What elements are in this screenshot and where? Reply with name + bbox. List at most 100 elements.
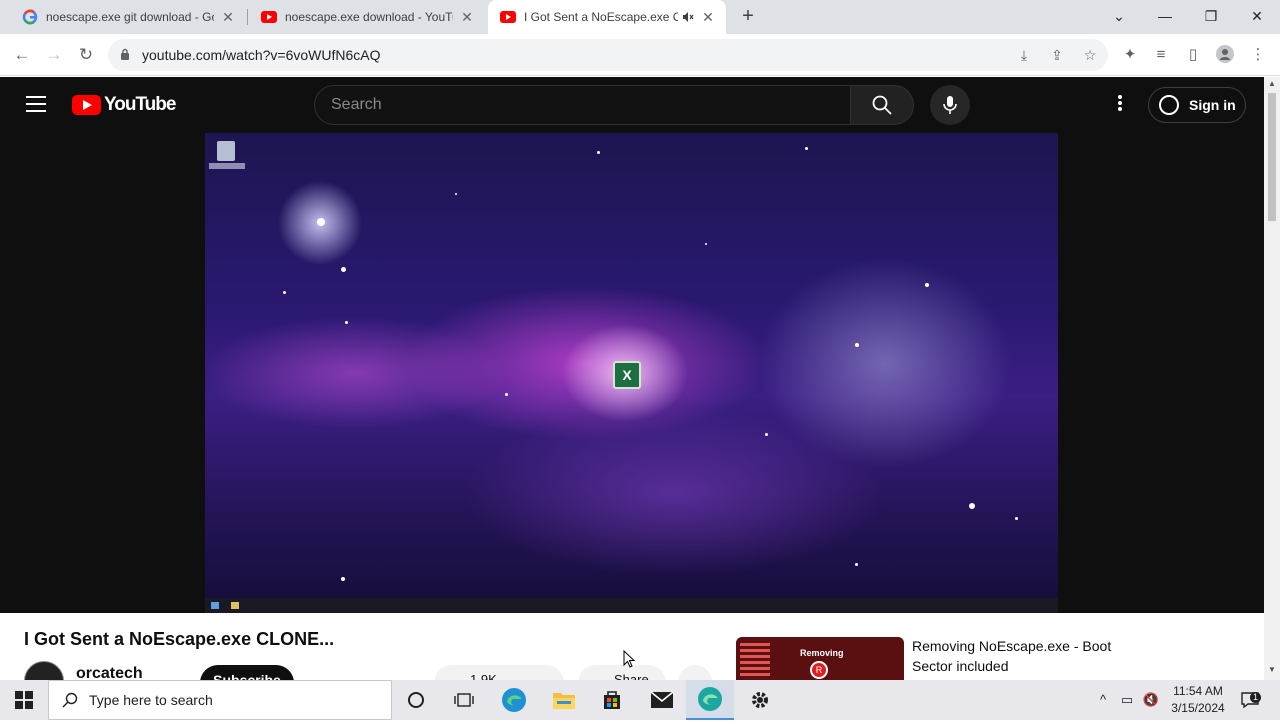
scroll-thumb[interactable] <box>1268 93 1276 221</box>
bookmark-star-icon[interactable]: ☆ <box>1080 45 1100 65</box>
youtube-page: YouTube Search Sign in X I Got Sent a No… <box>0 77 1264 680</box>
url-text[interactable]: youtube.com/watch?v=6voWUfN6cAQ <box>142 47 381 63</box>
channel-avatar[interactable] <box>24 661 64 680</box>
desktop-icon-label <box>209 163 245 169</box>
task-view-icon <box>454 693 474 707</box>
edge-dev-icon <box>698 687 722 711</box>
volume-muted-icon[interactable]: 🔇 <box>1140 680 1162 720</box>
edge-icon <box>502 688 526 712</box>
settings-menu-icon[interactable] <box>1110 95 1130 115</box>
star <box>597 151 600 154</box>
mail-envelope-icon <box>650 691 674 708</box>
scroll-down-arrow-icon[interactable]: ▼ <box>1268 665 1276 674</box>
start-button[interactable] <box>0 680 48 720</box>
profile-icon[interactable] <box>1215 45 1235 65</box>
tab-title: noescape.exe download - YouTu <box>285 10 453 24</box>
back-arrow-icon[interactable]: ← <box>10 43 34 67</box>
microphone-icon <box>943 96 957 114</box>
tab-youtube-video[interactable]: I Got Sent a NoEscape.exe C ✕ <box>488 0 726 34</box>
side-panel-icon[interactable]: ▯ <box>1183 45 1203 65</box>
star <box>705 243 707 245</box>
restore-button[interactable]: ❐ <box>1188 0 1234 34</box>
more-actions-button[interactable] <box>678 665 712 680</box>
address-bar[interactable]: youtube.com/watch?v=6voWUfN6cAQ ⤓ ⇪ ☆ <box>108 39 1108 71</box>
notification-center-icon[interactable]: 1 <box>1236 680 1264 720</box>
star <box>925 283 929 287</box>
windows-search-input[interactable]: Type here to search <box>48 680 392 720</box>
voice-search-button[interactable] <box>930 85 970 125</box>
star <box>283 291 286 294</box>
windows-search-placeholder: Type here to search <box>89 692 213 708</box>
star <box>505 393 508 396</box>
system-clock[interactable]: 11:54 AM 3/15/2024 <box>1160 683 1236 717</box>
media-control-icon[interactable]: ≡ <box>1151 45 1171 65</box>
edge-dev-taskbar-button[interactable] <box>686 680 734 720</box>
sign-in-button[interactable]: Sign in <box>1148 87 1246 123</box>
star <box>341 267 346 272</box>
video-desktop-taskbar <box>205 598 1058 613</box>
youtube-logo[interactable]: YouTube <box>72 94 176 115</box>
settings-taskbar-button[interactable] <box>736 680 784 720</box>
windows-taskbar: Type here to search ^ ▭ 🔇 11:54 AM 3/15/… <box>0 680 1280 720</box>
search-button[interactable] <box>850 85 914 125</box>
close-icon[interactable]: ✕ <box>700 9 716 25</box>
store-taskbar-button[interactable] <box>588 680 636 720</box>
edge-taskbar-button[interactable] <box>490 680 538 720</box>
like-button[interactable]: 1.9K <box>434 665 564 680</box>
close-icon[interactable]: ✕ <box>220 9 236 25</box>
recommended-video-thumbnail[interactable]: Removing R <box>736 637 904 680</box>
notification-count: 1 <box>1250 692 1261 703</box>
thumbnail-text: Removing <box>800 648 844 658</box>
new-tab-button[interactable]: + <box>736 5 760 29</box>
star <box>455 193 457 195</box>
close-window-button[interactable]: ✕ <box>1234 0 1280 34</box>
tab-google-search[interactable]: noescape.exe git download - Go ✕ <box>10 0 246 34</box>
star <box>1015 517 1018 520</box>
recommended-video-title[interactable]: Removing NoEscape.exe - Boot Sector incl… <box>912 636 1132 676</box>
file-explorer-taskbar-button[interactable] <box>540 680 588 720</box>
share-button[interactable]: Share <box>578 665 666 680</box>
like-count: 1.9K <box>470 672 497 680</box>
store-bag-icon <box>604 691 620 709</box>
cortana-button[interactable] <box>392 680 440 720</box>
tab-youtube-search[interactable]: noescape.exe download - YouTu ✕ <box>249 0 485 34</box>
tab-title: noescape.exe git download - Go <box>46 10 214 24</box>
scroll-up-arrow-icon[interactable]: ▲ <box>1268 79 1276 88</box>
google-icon <box>22 9 38 25</box>
youtube-header: YouTube Search Sign in <box>0 77 1264 133</box>
star <box>855 343 859 347</box>
extensions-icon[interactable]: ✦ <box>1120 45 1140 65</box>
forward-arrow-icon[interactable]: → <box>42 43 66 67</box>
subscribe-button[interactable]: Subscribe <box>200 665 294 680</box>
windows-logo-icon <box>15 691 33 709</box>
star <box>341 577 345 581</box>
chrome-menu-icon[interactable]: ⋮ <box>1248 45 1268 65</box>
tab-strip: noescape.exe git download - Go ✕ noescap… <box>0 0 1280 34</box>
star <box>345 321 348 324</box>
share-icon[interactable]: ⇪ <box>1047 45 1067 65</box>
close-icon[interactable]: ✕ <box>459 9 475 25</box>
reload-icon[interactable]: ↻ <box>74 43 98 67</box>
show-hidden-icons-chevron-icon[interactable]: ^ <box>1092 680 1114 720</box>
star <box>317 218 325 226</box>
lock-icon[interactable] <box>120 48 130 60</box>
mail-taskbar-button[interactable] <box>638 680 686 720</box>
tab-search-button[interactable]: ⌄ <box>1096 0 1142 34</box>
gear-icon <box>752 692 768 708</box>
network-icon[interactable]: ▭ <box>1116 680 1138 720</box>
star <box>969 503 975 509</box>
channel-name[interactable]: orcatech <box>76 665 143 680</box>
mouse-cursor-icon <box>623 650 635 668</box>
minimize-button[interactable]: — <box>1142 0 1188 34</box>
tab-divider <box>247 9 248 25</box>
excel-file-icon: X <box>613 361 641 389</box>
search-input[interactable]: Search <box>314 85 851 125</box>
muted-speaker-icon[interactable] <box>682 11 694 23</box>
task-view-button[interactable] <box>440 680 488 720</box>
account-icon <box>1159 95 1179 115</box>
install-app-icon[interactable]: ⤓ <box>1014 45 1034 65</box>
youtube-play-icon <box>72 95 101 115</box>
video-player[interactable]: X <box>205 133 1058 613</box>
page-scrollbar[interactable]: ▲ ▼ <box>1264 77 1280 680</box>
hamburger-menu-icon[interactable] <box>26 96 46 112</box>
